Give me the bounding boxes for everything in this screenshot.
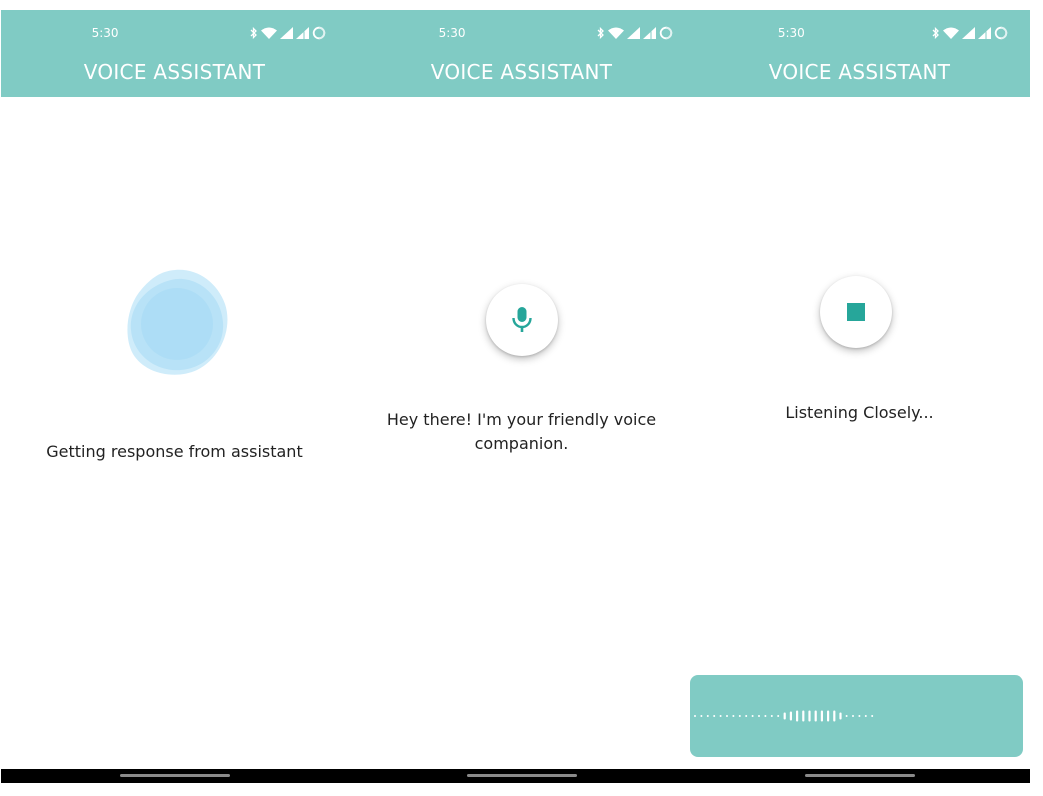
system-navigation-bar	[348, 769, 695, 783]
app-title: VOICE ASSISTANT	[430, 60, 613, 84]
app-title: VOICE ASSISTANT	[768, 60, 951, 84]
waveform-bar	[802, 710, 805, 722]
signal-icon	[627, 27, 640, 39]
battery-icon	[659, 26, 673, 40]
waveform-bar	[796, 710, 799, 722]
waveform-dot	[758, 715, 760, 717]
app-bar: 5:30 VOICE ASSISTANT	[348, 10, 695, 97]
voice-waveform-panel	[690, 675, 1023, 757]
listening-status-message: Listening Closely...	[785, 403, 934, 422]
status-time-text: 5:30	[91, 26, 119, 40]
waveform-dot	[864, 715, 867, 717]
waveform-bar	[839, 712, 842, 720]
waveform-dot	[713, 715, 716, 717]
waveform-dot	[700, 715, 703, 717]
status-bar-icons	[250, 24, 326, 42]
wifi-icon	[261, 27, 277, 39]
screen-listening: 5:30 VOICE ASSISTANT Listening Closely..…	[689, 10, 1030, 783]
home-gesture-handle[interactable]	[466, 774, 577, 777]
screen-processing: 5:30 VOICE ASSISTANT Getting response fr…	[1, 10, 348, 783]
waveform-bar	[827, 710, 830, 722]
signal-icon	[978, 27, 991, 39]
waveform-bar	[789, 711, 792, 721]
app-bar: 5:30 VOICE ASSISTANT	[1, 10, 348, 97]
status-bar-icons	[597, 24, 673, 42]
assistant-status-message: Getting response from assistant	[46, 442, 303, 461]
waveform-dot	[694, 715, 696, 717]
home-gesture-handle[interactable]	[804, 774, 915, 777]
waveform-dot	[745, 715, 748, 717]
status-time-text: 5:30	[777, 26, 805, 40]
response-blob-animation	[127, 269, 228, 375]
microphone-icon	[512, 307, 532, 332]
wifi-icon	[943, 27, 959, 39]
status-time-text: 5:30	[438, 26, 466, 40]
bluetooth-icon	[932, 27, 939, 39]
waveform-dot	[852, 715, 854, 717]
waveform-visualizer	[694, 710, 874, 722]
battery-icon	[312, 26, 326, 40]
status-bar-icons	[932, 24, 1008, 42]
waveform-dot	[751, 715, 754, 717]
waveform-dot	[770, 715, 773, 717]
signal-icon	[962, 27, 975, 39]
signal-icon	[280, 27, 293, 39]
battery-icon	[994, 26, 1008, 40]
microphone-button[interactable]	[486, 284, 558, 356]
waveform-bar	[814, 710, 817, 722]
stop-listening-button[interactable]	[820, 276, 892, 348]
signal-icon	[296, 27, 309, 39]
waveform-dot	[777, 715, 780, 717]
waveform-dot	[738, 715, 741, 717]
waveform-dot	[706, 715, 709, 717]
system-navigation-bar	[689, 769, 1030, 783]
stop-icon	[847, 303, 865, 321]
home-gesture-handle[interactable]	[119, 774, 230, 777]
waveform-dot	[719, 715, 722, 717]
waveform-dot	[726, 715, 728, 717]
waveform-dot	[858, 715, 861, 717]
waveform-bar	[783, 712, 786, 720]
system-navigation-bar	[1, 769, 348, 783]
waveform-bar	[833, 710, 836, 722]
bluetooth-icon	[597, 27, 604, 39]
waveform-dot	[845, 715, 848, 717]
waveform-dot	[732, 715, 735, 717]
screen-idle: 5:30 VOICE ASSISTANT Hey there! I'm your…	[348, 10, 695, 783]
assistant-greeting-message: Hey there! I'm your friendly voice compa…	[386, 410, 657, 453]
wifi-icon	[608, 27, 624, 39]
waveform-dot	[871, 715, 874, 717]
app-bar: 5:30 VOICE ASSISTANT	[689, 10, 1030, 97]
waveform-bar	[808, 710, 811, 722]
waveform-bar	[820, 710, 823, 722]
waveform-dot	[764, 715, 767, 717]
signal-icon	[643, 27, 656, 39]
app-title: VOICE ASSISTANT	[83, 60, 266, 84]
bluetooth-icon	[250, 27, 257, 39]
